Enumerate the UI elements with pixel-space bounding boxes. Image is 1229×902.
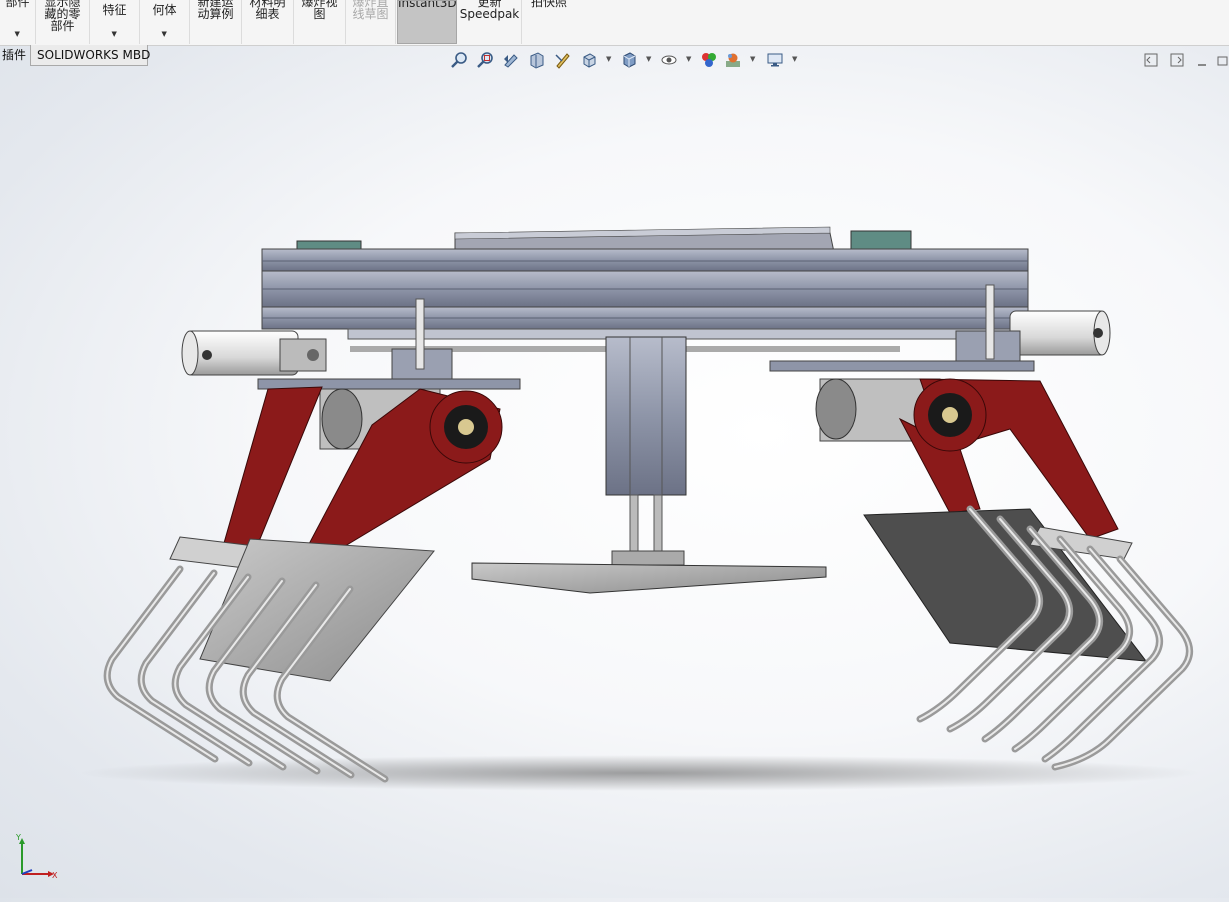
- display-style-icon[interactable]: [618, 49, 640, 71]
- tile-right-icon[interactable]: [1169, 52, 1185, 68]
- chevron-down-icon[interactable]: ▼: [15, 28, 20, 40]
- chevron-down-icon[interactable]: ▼: [606, 55, 611, 63]
- ribbon-button-geometry[interactable]: 何体 ▼: [140, 0, 190, 44]
- ribbon-button-instant3d[interactable]: Instant3D: [397, 0, 457, 44]
- window-controls: [1129, 52, 1229, 70]
- reference-triad: Y X: [10, 832, 60, 884]
- view-settings-icon[interactable]: [764, 49, 786, 71]
- dynamic-annotation-icon[interactable]: [552, 49, 574, 71]
- ribbon-button-explode-line-sketch[interactable]: 爆炸直 线草图: [346, 0, 396, 44]
- ribbon-button-exploded-view[interactable]: 爆炸视 图: [294, 0, 346, 44]
- chevron-down-icon[interactable]: ▼: [646, 55, 651, 63]
- edit-appearance-icon[interactable]: [698, 49, 720, 71]
- ribbon-button-label: 新建运 动算例: [197, 0, 234, 21]
- ribbon-button-label: 材料明 细表: [249, 0, 286, 21]
- chevron-down-icon[interactable]: ▼: [162, 28, 167, 40]
- tab-solidworks-mbd[interactable]: SOLIDWORKS MBD: [30, 45, 151, 66]
- view-orientation-icon[interactable]: [578, 49, 600, 71]
- zoom-to-area-icon[interactable]: [474, 49, 496, 71]
- tab-label: 插件: [2, 48, 27, 62]
- ribbon-button-show-hidden-components[interactable]: 显示隐 藏的零 部件: [36, 0, 90, 44]
- triad-y-label: Y: [15, 833, 21, 842]
- tab-add-ins[interactable]: 插件: [0, 45, 32, 66]
- assembly-model-render: [80, 226, 1200, 791]
- minimize-icon[interactable]: [1195, 52, 1211, 68]
- ribbon-button-label: 特征: [102, 3, 127, 17]
- section-view-icon[interactable]: [526, 49, 548, 71]
- ribbon-button-label: Instant3D: [398, 0, 457, 10]
- restore-icon[interactable]: [1217, 52, 1229, 68]
- ribbon-button-label: 部件: [5, 0, 30, 9]
- ribbon-button-new-motion-study[interactable]: 新建运 动算例: [190, 0, 242, 44]
- chevron-down-icon[interactable]: ▼: [112, 28, 117, 40]
- triad-x-label: X: [52, 871, 58, 880]
- previous-view-icon[interactable]: [500, 49, 522, 71]
- chevron-down-icon[interactable]: ▼: [750, 55, 755, 63]
- graphics-viewport[interactable]: [0, 69, 1229, 898]
- apply-scene-icon[interactable]: [722, 49, 744, 71]
- zoom-to-fit-icon[interactable]: [448, 49, 470, 71]
- ribbon-button-label: 显示隐 藏的零 部件: [44, 0, 81, 33]
- ribbon-button-take-snapshot[interactable]: 拍快照: [522, 0, 576, 44]
- hide-show-items-icon[interactable]: [658, 49, 680, 71]
- ribbon-button-label: 何体: [152, 3, 177, 17]
- ribbon-button-label: 爆炸视 图: [301, 0, 338, 21]
- command-manager-ribbon: 部件 ▼ 显示隐 藏的零 部件 特征 ▼ 何体 ▼ 新建运 动算例 材料明 细表…: [0, 0, 1229, 46]
- ribbon-button-bill-of-materials[interactable]: 材料明 细表: [242, 0, 294, 44]
- ribbon-button-label: 爆炸直 线草图: [352, 0, 389, 21]
- tab-label: SOLIDWORKS MBD: [37, 48, 151, 62]
- ribbon-button-update-speedpak[interactable]: 更新 Speedpak: [458, 0, 522, 44]
- ribbon-button-label: 更新 Speedpak: [459, 0, 520, 21]
- tile-left-icon[interactable]: [1143, 52, 1159, 68]
- ribbon-button-label: 拍快照: [530, 0, 567, 9]
- ribbon-button-features[interactable]: 特征 ▼: [90, 0, 140, 44]
- chevron-down-icon[interactable]: ▼: [792, 55, 797, 63]
- chevron-down-icon[interactable]: ▼: [686, 55, 691, 63]
- ribbon-button-parts[interactable]: 部件 ▼: [0, 0, 36, 44]
